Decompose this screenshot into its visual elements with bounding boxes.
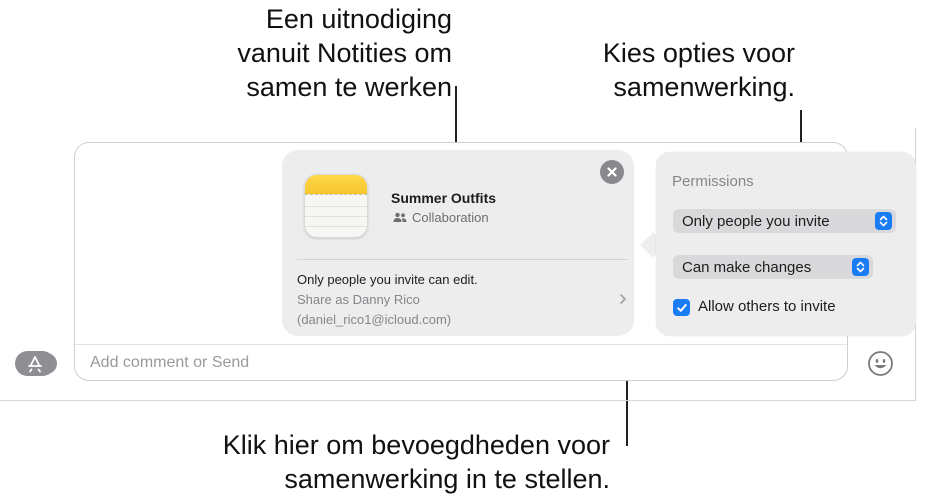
checkmark-icon bbox=[676, 303, 687, 312]
app-store-icon bbox=[28, 355, 42, 372]
close-icon bbox=[607, 167, 617, 177]
emoji-icon bbox=[868, 351, 893, 376]
collaboration-icon bbox=[393, 212, 407, 222]
callout-line: Kies opties voor bbox=[602, 38, 795, 68]
notes-app-icon bbox=[304, 174, 368, 238]
emoji-button[interactable] bbox=[867, 350, 894, 377]
callout-line: Klik hier om bevoegdheden voor bbox=[222, 430, 610, 460]
close-button[interactable] bbox=[600, 160, 624, 184]
callout-line: Een uitnodiging bbox=[265, 4, 452, 34]
collaboration-text: Collaboration bbox=[412, 210, 489, 225]
collaboration-label: Collaboration bbox=[393, 210, 489, 225]
stepper-icon bbox=[856, 261, 865, 273]
notes-icon-rule bbox=[305, 226, 367, 227]
access-select[interactable]: Only people you invite bbox=[673, 209, 896, 233]
edit-permission-value: Can make changes bbox=[682, 258, 812, 276]
divider bbox=[297, 259, 627, 260]
note-title: Summer Outfits bbox=[391, 190, 497, 206]
callout-notes-invitation: Een uitnodiging vanuit Notities om samen… bbox=[92, 2, 452, 104]
callout-line: vanuit Notities om bbox=[237, 38, 452, 68]
notes-icon-band bbox=[305, 175, 367, 194]
permissions-heading: Permissions bbox=[672, 173, 754, 190]
permissions-disclosure-button[interactable] bbox=[616, 290, 630, 308]
window-edge bbox=[0, 400, 916, 401]
edit-permission-stepper bbox=[852, 258, 869, 276]
callout-collaboration-options: Kies opties voor samenwerking. bbox=[495, 36, 795, 104]
stacked-apps-edge bbox=[45, 353, 57, 374]
share-as-email: (daniel_rico1@icloud.com) bbox=[297, 312, 452, 327]
notes-icon-rule bbox=[305, 216, 367, 217]
callout-set-permissions: Klik hier om bevoegdheden voor samenwerk… bbox=[140, 428, 610, 496]
comment-input[interactable] bbox=[90, 352, 830, 374]
edit-permission-select[interactable]: Can make changes bbox=[673, 255, 873, 279]
permission-summary: Only people you invite can edit. bbox=[297, 272, 478, 287]
app-store-button[interactable] bbox=[15, 351, 57, 376]
notes-icon-perforation bbox=[305, 194, 367, 196]
notes-icon-rule bbox=[305, 206, 367, 207]
share-as-name: Share as Danny Rico bbox=[297, 292, 420, 307]
allow-invite-label[interactable]: Allow others to invite bbox=[698, 298, 836, 315]
access-select-stepper bbox=[875, 212, 892, 230]
stepper-icon bbox=[879, 215, 888, 227]
callout-line: samenwerking in te stellen. bbox=[284, 464, 610, 494]
allow-invite-checkbox[interactable] bbox=[673, 299, 690, 316]
divider bbox=[75, 344, 847, 345]
callout-line: samenwerking. bbox=[613, 72, 795, 102]
access-select-value: Only people you invite bbox=[682, 212, 830, 230]
callout-line: samen te werken bbox=[246, 72, 452, 102]
chevron-right-icon bbox=[620, 294, 626, 304]
